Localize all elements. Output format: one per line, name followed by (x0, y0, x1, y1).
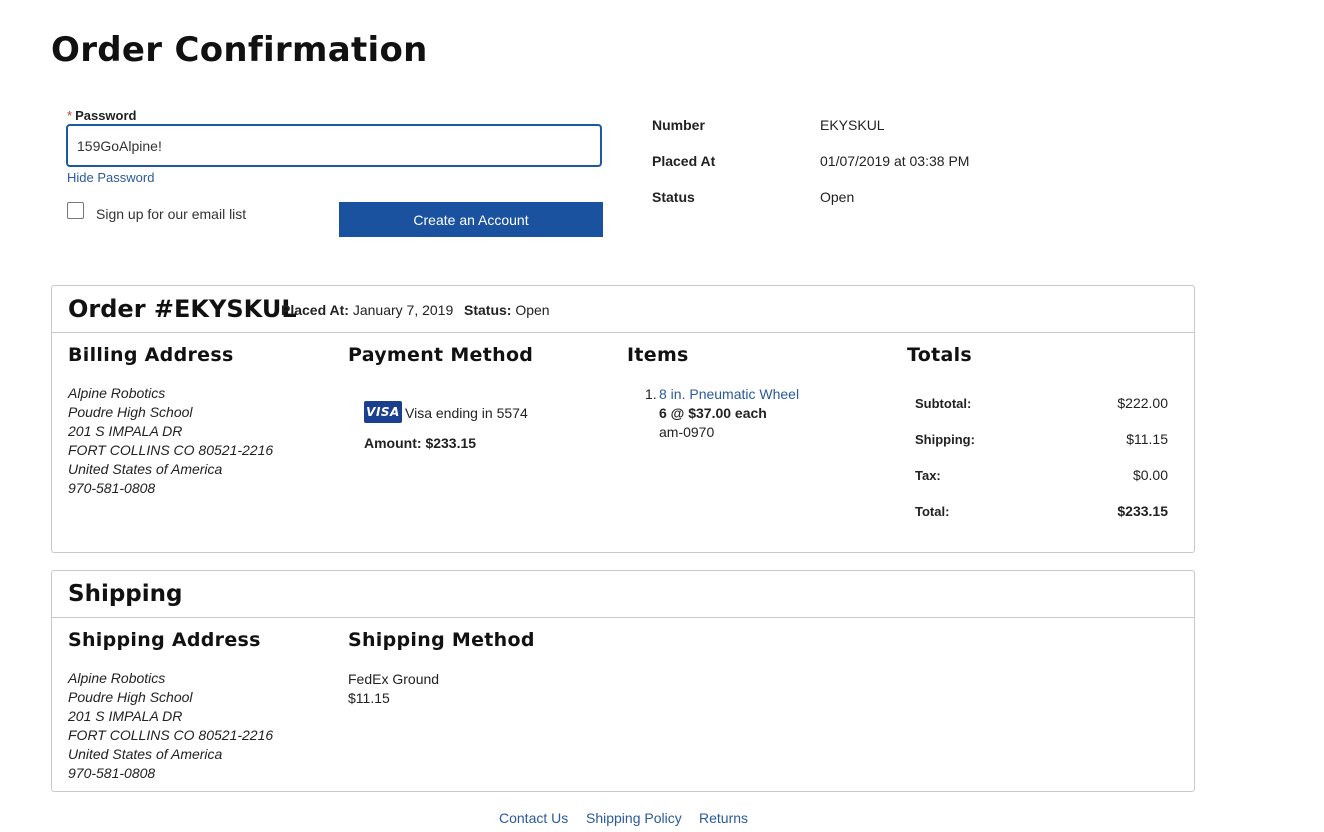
shipping-line: United States of America (68, 746, 223, 762)
create-account-button[interactable]: Create an Account (339, 202, 603, 237)
payment-amount: Amount: $233.15 (364, 435, 476, 451)
footer-contact-link[interactable]: Contact Us (499, 810, 568, 826)
billing-line: Alpine Robotics (68, 385, 166, 401)
email-signup-checkbox[interactable] (67, 202, 84, 219)
password-label: * Password (67, 108, 136, 123)
subtotal-value: $222.00 (1117, 395, 1168, 411)
hide-password-link[interactable]: Hide Password (67, 170, 154, 185)
shipping-total-label: Shipping: (915, 432, 975, 447)
payment-title: Payment Method (348, 344, 534, 366)
shipping-line: 201 S IMPALA DR (68, 708, 183, 724)
shipping-line: Alpine Robotics (68, 670, 166, 686)
footer-returns-link[interactable]: Returns (699, 810, 748, 826)
shipping-line: Poudre High School (68, 689, 193, 705)
order-placed-label: Placed At: (281, 302, 349, 318)
status-label: Status (652, 189, 695, 205)
shipping-line: FORT COLLINS CO 80521-2216 (68, 727, 274, 743)
password-label-text: Password (75, 108, 137, 123)
tax-label: Tax: (915, 468, 941, 483)
item-index: 1. (645, 386, 657, 402)
shipping-method-price: $11.15 (348, 690, 390, 706)
status-value: Open (820, 189, 855, 205)
item-name-link[interactable]: 8 in. Pneumatic Wheel (659, 386, 799, 402)
items-title: Items (627, 344, 689, 366)
item-sku: am-0970 (659, 424, 715, 440)
visa-card-icon: VISA (364, 401, 402, 423)
billing-title: Billing Address (68, 344, 234, 366)
order-placed-meta: Placed At: January 7, 2019 (281, 302, 453, 318)
shipping-address-title: Shipping Address (68, 629, 261, 651)
grand-total-label: Total: (915, 504, 950, 519)
order-placed-value: January 7, 2019 (352, 302, 454, 318)
order-title: Order #EKYSKUL (68, 295, 297, 323)
shipping-total-value: $11.15 (1126, 431, 1168, 447)
order-status-label: Status: (464, 302, 512, 318)
item-qty-price: 6 @ $37.00 each (659, 405, 767, 421)
amount-value: $233.15 (425, 435, 477, 451)
email-signup-label: Sign up for our email list (96, 206, 247, 222)
page-title: Order Confirmation (51, 30, 428, 70)
amount-label: Amount: (364, 435, 422, 451)
required-mark: * (67, 108, 73, 123)
tax-value: $0.00 (1132, 467, 1168, 483)
billing-address: Alpine Robotics Poudre High School 201 S… (68, 384, 273, 498)
subtotal-label: Subtotal: (915, 396, 972, 411)
shipping-address: Alpine Robotics Poudre High School 201 S… (68, 669, 273, 783)
shipping-line: 970-581-0808 (68, 765, 156, 781)
shipping-panel-divider (52, 617, 1194, 618)
shipping-method-title: Shipping Method (348, 629, 535, 651)
grand-total-value: $233.15 (1117, 503, 1168, 519)
totals-title: Totals (907, 344, 973, 366)
billing-line: Poudre High School (68, 404, 193, 420)
billing-line: United States of America (68, 461, 223, 477)
order-status-value: Open (515, 302, 550, 318)
password-input[interactable] (66, 124, 602, 167)
number-label: Number (652, 117, 705, 133)
billing-line: 970-581-0808 (68, 480, 156, 496)
order-status-meta: Status: Open (464, 302, 550, 318)
number-value: EKYSKUL (820, 117, 885, 133)
placed-at-value: 01/07/2019 at 03:38 PM (820, 153, 970, 169)
placed-at-label: Placed At (652, 153, 716, 169)
footer-shipping-policy-link[interactable]: Shipping Policy (586, 810, 682, 826)
card-text: Visa ending in 5574 (405, 405, 528, 421)
billing-line: FORT COLLINS CO 80521-2216 (68, 442, 274, 458)
shipping-title: Shipping (68, 581, 183, 607)
billing-line: 201 S IMPALA DR (68, 423, 183, 439)
shipping-method-name: FedEx Ground (348, 671, 440, 687)
order-panel-divider (52, 332, 1194, 333)
